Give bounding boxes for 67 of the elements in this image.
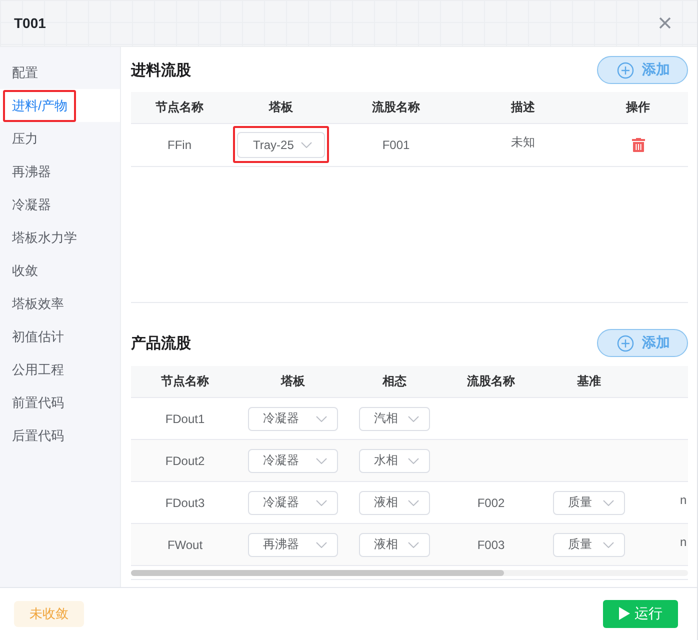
- sidebar-item[interactable]: 塔板效率: [0, 287, 120, 320]
- column-header: 描述: [510, 99, 536, 116]
- table-cell: n: [680, 493, 687, 507]
- table-cell: FDout1: [165, 412, 205, 426]
- column-header: 塔板: [268, 99, 294, 116]
- play-icon: [618, 607, 630, 620]
- dropdown[interactable]: 再沸器: [248, 532, 338, 556]
- dropdown[interactable]: 液相: [359, 490, 430, 514]
- sidebar-item[interactable]: 压力: [0, 122, 120, 155]
- chevron-down-icon: [408, 542, 419, 548]
- chevron-down-icon: [301, 142, 312, 148]
- table-cell: FFin: [168, 138, 192, 152]
- chevron-down-icon: [316, 416, 327, 422]
- table-cell: 未知: [511, 134, 535, 151]
- window-title: T001: [14, 15, 46, 31]
- status-tag: 未收敛: [14, 600, 84, 626]
- chevron-down-icon: [408, 500, 419, 506]
- dropdown[interactable]: 冷凝器: [248, 490, 338, 514]
- dropdown[interactable]: 冷凝器: [248, 406, 338, 430]
- table-cell: n: [680, 535, 687, 549]
- dropdown[interactable]: 质量: [553, 490, 625, 514]
- plus-circle-icon: [617, 62, 634, 78]
- sidebar-item[interactable]: 初值估计: [0, 320, 120, 353]
- column-header: 节点名称: [154, 99, 204, 116]
- sidebar-item[interactable]: 冷凝器: [0, 188, 120, 221]
- dropdown[interactable]: 水相: [359, 448, 430, 472]
- horizontal-scrollbar[interactable]: [131, 570, 688, 576]
- sidebar-item[interactable]: 塔板水力学: [0, 221, 120, 254]
- sidebar-item[interactable]: 收敛: [0, 254, 120, 287]
- table-cell: F003: [477, 538, 505, 552]
- sidebar-item[interactable]: 公用工程: [0, 353, 120, 386]
- column-header: 基准: [576, 373, 602, 390]
- table-cell: F002: [477, 496, 505, 510]
- table-cell: FWout: [167, 538, 203, 552]
- column-header: 流股名称: [466, 373, 516, 390]
- sidebar-item[interactable]: 前置代码: [0, 386, 120, 419]
- dropdown[interactable]: 质量: [553, 532, 625, 556]
- sidebar-item[interactable]: 再沸器: [0, 155, 120, 188]
- dropdown[interactable]: 冷凝器: [248, 448, 338, 472]
- column-header: 操作: [624, 99, 651, 116]
- table-cell: FDout3: [165, 496, 205, 510]
- sidebar-item[interactable]: 配置: [0, 56, 120, 89]
- chevron-down-icon: [603, 542, 614, 548]
- table-cell: F001: [382, 138, 410, 152]
- section-title: 进料流股: [131, 60, 191, 80]
- column-header: 节点名称: [160, 373, 210, 390]
- dropdown[interactable]: 汽相: [359, 406, 430, 430]
- section-title: 产品流股: [131, 334, 191, 352]
- column-header: 塔板: [280, 373, 306, 390]
- sidebar-item[interactable]: 进料/产物: [0, 89, 120, 122]
- chevron-down-icon: [316, 458, 327, 464]
- close-icon: [659, 17, 671, 29]
- chevron-down-icon: [316, 500, 327, 506]
- chevron-down-icon: [316, 542, 327, 548]
- chevron-down-icon: [408, 416, 419, 422]
- column-header: 流股名称: [371, 99, 421, 116]
- sidebar-item[interactable]: 后置代码: [0, 419, 120, 452]
- trash-icon[interactable]: [632, 138, 644, 152]
- dropdown[interactable]: 液相: [359, 532, 430, 556]
- plus-circle-icon: [617, 334, 634, 352]
- chevron-down-icon: [408, 458, 419, 464]
- table-cell: FDout2: [165, 454, 205, 468]
- close-button[interactable]: [659, 17, 671, 29]
- dropdown[interactable]: Tray-25: [237, 132, 325, 158]
- column-header: 相态: [381, 373, 408, 390]
- scrollbar-thumb[interactable]: [131, 570, 504, 576]
- chevron-down-icon: [603, 500, 614, 506]
